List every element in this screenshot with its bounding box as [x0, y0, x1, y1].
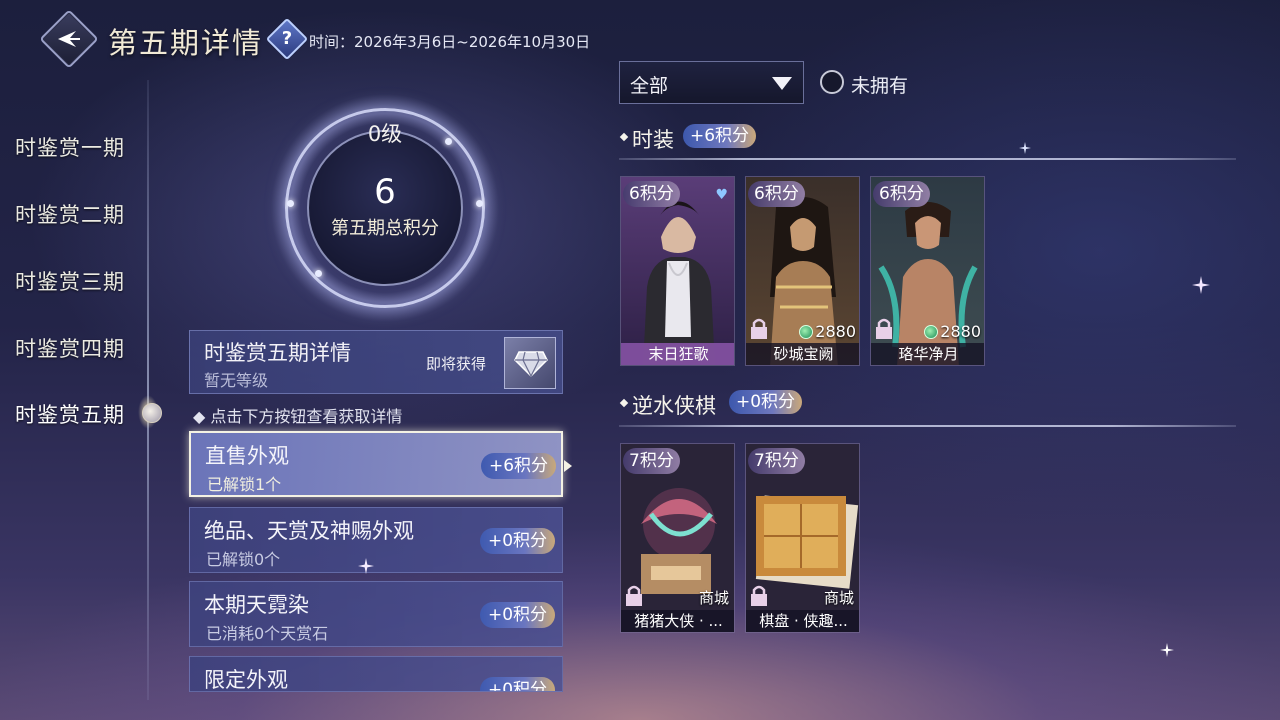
lock-icon	[626, 585, 642, 606]
reward-icon[interactable]	[504, 337, 556, 389]
jade-coin-icon	[924, 325, 939, 339]
section-title-fashion: 时装	[632, 124, 674, 154]
sparkle-icon	[358, 558, 374, 574]
outfit-card-3[interactable]: 6积分 2880 珞华净月	[870, 176, 985, 366]
lock-icon	[751, 585, 767, 606]
score-ring: 0级 6 第五期总积分	[270, 93, 500, 323]
sparkle-icon	[1192, 276, 1210, 294]
category-points: +6积分	[481, 453, 557, 479]
card-points: 6积分	[873, 181, 930, 207]
selected-arrow-icon	[564, 460, 572, 472]
category-title: 绝品、天赏及神赐外观	[204, 519, 414, 543]
help-button[interactable]: ?	[265, 17, 309, 61]
category-limited[interactable]: 限定外观 +0积分	[189, 656, 563, 692]
category-dye[interactable]: 本期天霓染 已消耗0个天赏石 +0积分	[189, 581, 563, 647]
card-name: 棋盘 · 侠趣...	[746, 610, 859, 632]
card-points: 6积分	[748, 181, 805, 207]
chevron-down-icon	[772, 77, 792, 90]
period-time: 时间：2026年3月6日~2026年10月30日	[309, 33, 591, 51]
outfit-card-1[interactable]: 6积分 ♥ 末日狂歌	[620, 176, 735, 366]
unowned-radio[interactable]	[820, 70, 844, 94]
total-score: 6	[374, 172, 396, 212]
category-premium-outfits[interactable]: 绝品、天赏及神赐外观 已解锁0个 +0积分	[189, 507, 563, 573]
period-detail-box[interactable]: 时鉴赏五期详情 暂无等级 即将获得	[189, 330, 563, 394]
sidebar-item-period-3[interactable]: 时鉴赏三期	[15, 266, 125, 296]
category-points: +0积分	[480, 528, 556, 554]
chess-card-1[interactable]: 7积分 商城 猪猪大侠 · ...	[620, 443, 735, 633]
card-name: 砂城宝阙	[746, 343, 859, 365]
sidebar-item-period-4[interactable]: 时鉴赏四期	[15, 333, 125, 363]
filter-selected: 全部	[630, 75, 669, 97]
sparkle-icon	[1019, 142, 1031, 154]
category-status: 已消耗0个天赏石	[206, 624, 329, 643]
card-points: 7积分	[748, 448, 805, 474]
period-emblem-icon	[142, 403, 162, 423]
card-points: 7积分	[623, 448, 680, 474]
outfit-card-2[interactable]: 6积分 2880 砂城宝阙	[745, 176, 860, 366]
heart-icon: ♥	[715, 187, 728, 203]
category-title: 本期天霓染	[204, 593, 309, 617]
section-title-chess: 逆水侠棋	[632, 390, 716, 420]
section-points-chess: +0积分	[729, 390, 803, 414]
level-label: 0级	[367, 122, 403, 146]
chess-card-2[interactable]: 7积分 商城 棋盘 · 侠趣...	[745, 443, 860, 633]
price-value: 2880	[940, 322, 981, 341]
category-direct-sale[interactable]: 直售外观 已解锁1个 +6积分	[189, 431, 563, 497]
ring-dot	[315, 270, 322, 277]
section-divider	[619, 158, 1236, 160]
category-status: 已解锁1个	[207, 475, 282, 494]
unowned-label[interactable]: 未拥有	[851, 71, 908, 98]
page-title: 第五期详情	[108, 26, 264, 60]
category-points: +0积分	[480, 602, 556, 628]
sidebar-item-period-5[interactable]: 时鉴赏五期	[15, 399, 125, 429]
filter-dropdown[interactable]: 全部	[619, 61, 804, 104]
sparkle-icon	[1160, 643, 1174, 657]
section-points-fashion: +6积分	[683, 124, 757, 148]
soon-label: 即将获得	[426, 355, 487, 373]
price-value: 2880	[815, 322, 856, 341]
hint-label: 点击下方按钮查看获取详情	[210, 407, 403, 426]
card-price: 2880	[924, 322, 981, 341]
card-name: 珞华净月	[871, 343, 984, 365]
detail-title: 时鉴赏五期详情	[204, 341, 351, 365]
category-title: 直售外观	[205, 444, 289, 468]
detail-level: 暂无等级	[204, 371, 269, 390]
category-status: 已解锁0个	[206, 550, 281, 569]
sidebar-divider	[147, 80, 149, 700]
card-name: 猪猪大侠 · ...	[621, 610, 734, 632]
category-points: +0积分	[480, 677, 556, 691]
lock-icon	[876, 318, 892, 339]
jade-coin-icon	[799, 325, 814, 339]
total-score-label: 第五期总积分	[331, 218, 439, 239]
question-icon: ?	[281, 28, 293, 49]
sidebar-item-period-1[interactable]: 时鉴赏一期	[15, 132, 125, 162]
section-divider	[619, 425, 1236, 427]
sidebar-item-period-2[interactable]: 时鉴赏二期	[15, 199, 125, 229]
hint-text: ◆ 点击下方按钮查看获取详情	[193, 407, 403, 426]
back-button[interactable]	[39, 9, 99, 69]
card-source: 商城	[823, 589, 854, 607]
lock-icon	[751, 318, 767, 339]
category-title: 限定外观	[204, 668, 288, 692]
card-name: 末日狂歌	[621, 343, 734, 365]
card-source: 商城	[698, 589, 729, 607]
card-price: 2880	[799, 322, 856, 341]
card-points: 6积分	[623, 181, 680, 207]
back-arrow-icon	[58, 31, 80, 47]
gem-icon	[514, 351, 548, 378]
